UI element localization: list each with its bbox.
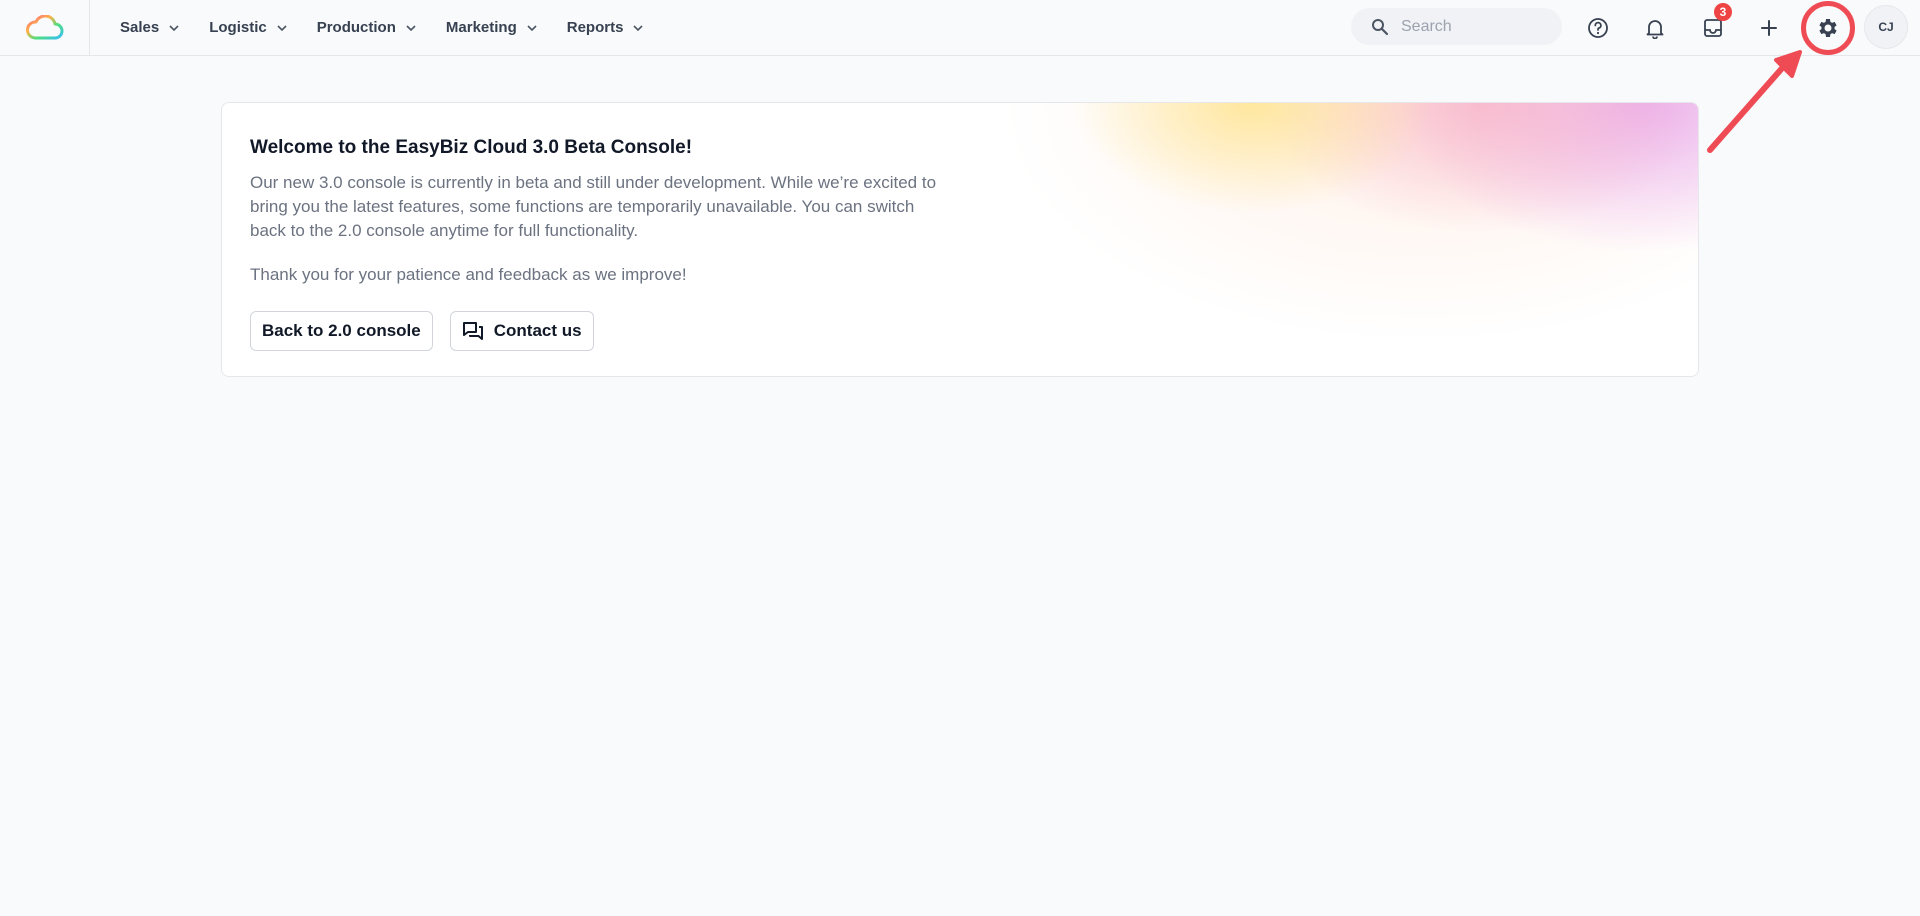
contact-us-button[interactable]: Contact us xyxy=(449,311,594,351)
nav-marketing[interactable]: Marketing xyxy=(446,0,537,56)
back-to-2-console-button[interactable]: Back to 2.0 console xyxy=(250,311,433,351)
nav-sales[interactable]: Sales xyxy=(120,0,179,56)
nav-production[interactable]: Production xyxy=(317,0,416,56)
help-circle-icon xyxy=(1588,18,1608,38)
welcome-content: Welcome to the EasyBiz Cloud 3.0 Beta Co… xyxy=(250,137,970,351)
chevron-down-icon xyxy=(277,24,287,31)
welcome-title: Welcome to the EasyBiz Cloud 3.0 Beta Co… xyxy=(250,137,693,158)
top-navigation-bar: Sales Logistic Production Marketing Repo… xyxy=(0,0,1920,56)
chevron-down-icon xyxy=(527,24,537,31)
nav-reports-label: Reports xyxy=(566,19,624,36)
avatar-initials: CJ xyxy=(1878,20,1894,34)
nav-sales-label: Sales xyxy=(120,19,160,36)
nav-logistic-label: Logistic xyxy=(209,19,267,36)
welcome-actions: Back to 2.0 console Contact us xyxy=(250,311,970,351)
nav-reports[interactable]: Reports xyxy=(567,0,644,56)
chat-icon xyxy=(462,321,484,341)
help-button[interactable] xyxy=(1578,8,1618,48)
user-avatar[interactable]: CJ xyxy=(1864,5,1908,49)
search-input[interactable]: Search xyxy=(1351,8,1562,45)
annotation-arrow-icon xyxy=(1707,50,1802,153)
app-logo[interactable] xyxy=(0,0,90,56)
welcome-card: Welcome to the EasyBiz Cloud 3.0 Beta Co… xyxy=(221,102,1699,377)
welcome-thanks: Thank you for your patience and feedback… xyxy=(250,265,687,284)
welcome-body: Our new 3.0 console is currently in beta… xyxy=(250,173,937,240)
cloud-logo-icon xyxy=(25,14,63,39)
plus-icon xyxy=(1761,20,1777,36)
nav-production-label: Production xyxy=(316,19,396,36)
nav-logistic[interactable]: Logistic xyxy=(209,0,287,56)
chevron-down-icon xyxy=(169,24,179,31)
nav-marketing-label: Marketing xyxy=(445,19,517,36)
chevron-down-icon xyxy=(633,24,644,31)
search-placeholder: Search xyxy=(1401,17,1452,35)
search-icon xyxy=(1371,18,1389,36)
contact-button-label: Contact us xyxy=(493,321,582,340)
main-nav: Sales Logistic Production Marketing Repo… xyxy=(120,0,673,56)
chevron-down-icon xyxy=(406,24,416,31)
back-button-label: Back to 2.0 console xyxy=(262,321,421,340)
bell-icon xyxy=(1646,20,1664,39)
notifications-button[interactable] xyxy=(1635,8,1675,48)
inbox-badge: 3 xyxy=(1714,3,1732,21)
